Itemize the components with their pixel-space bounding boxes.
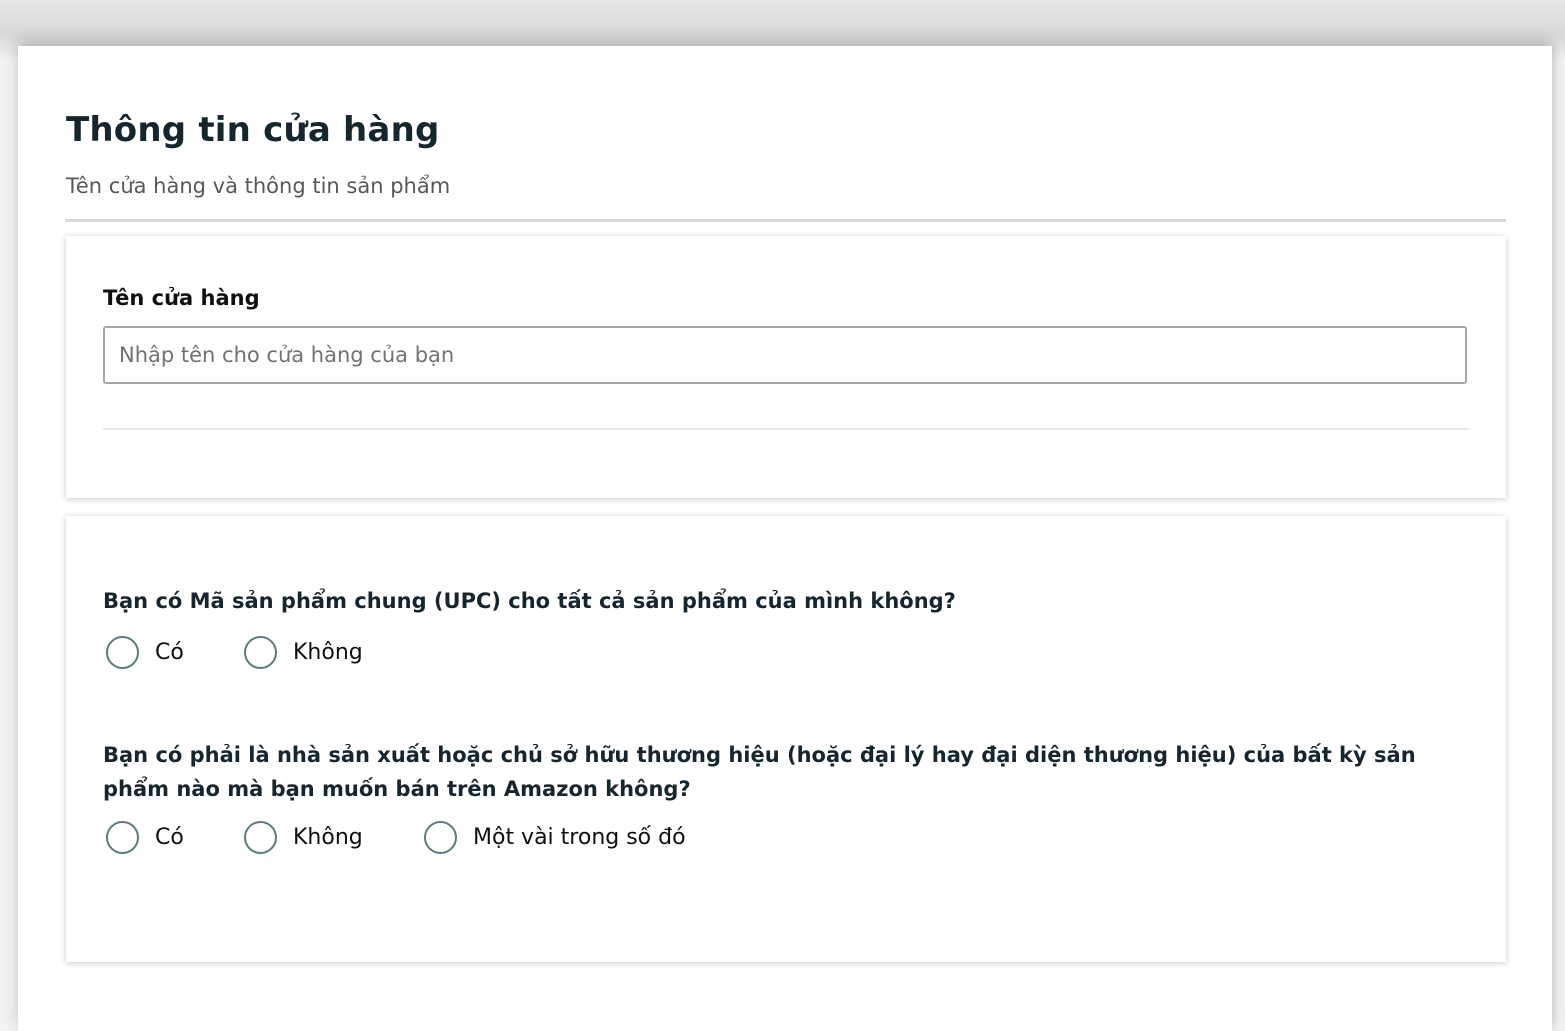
radio-circle-icon[interactable] — [244, 635, 277, 669]
upc-option-no[interactable]: Không — [244, 635, 363, 669]
radio-circle-icon[interactable] — [244, 820, 277, 854]
store-name-card: Tên cửa hàng — [66, 236, 1506, 498]
upc-radio-group: Có Không — [106, 634, 363, 670]
card-divider — [103, 428, 1469, 430]
brand-owner-option-yes[interactable]: Có — [106, 820, 244, 854]
radio-circle-icon[interactable] — [106, 635, 139, 669]
brand-owner-option-some[interactable]: Một vài trong số đó — [424, 820, 686, 854]
radio-circle-icon[interactable] — [106, 820, 139, 854]
store-info-panel: Thông tin cửa hàng Tên cửa hàng và thông… — [18, 46, 1552, 1031]
store-name-input[interactable] — [103, 326, 1467, 384]
product-questions-card: Bạn có Mã sản phẩm chung (UPC) cho tất c… — [66, 516, 1506, 962]
radio-label: Có — [155, 824, 184, 850]
page-subtitle: Tên cửa hàng và thông tin sản phẩm — [66, 174, 451, 198]
radio-circle-icon[interactable] — [424, 820, 457, 854]
brand-owner-radio-group: Có Không Một vài trong số đó — [106, 819, 686, 855]
header-divider — [65, 219, 1506, 222]
radio-label: Có — [155, 639, 184, 665]
upc-option-yes[interactable]: Có — [106, 635, 244, 669]
upc-question: Bạn có Mã sản phẩm chung (UPC) cho tất c… — [103, 589, 956, 613]
radio-label: Không — [293, 824, 363, 850]
radio-label: Không — [293, 639, 363, 665]
brand-owner-option-no[interactable]: Không — [244, 820, 424, 854]
store-name-label: Tên cửa hàng — [103, 286, 260, 310]
brand-owner-question: Bạn có phải là nhà sản xuất hoặc chủ sở … — [103, 743, 1416, 801]
radio-label: Một vài trong số đó — [473, 824, 686, 850]
page-title: Thông tin cửa hàng — [66, 110, 440, 150]
